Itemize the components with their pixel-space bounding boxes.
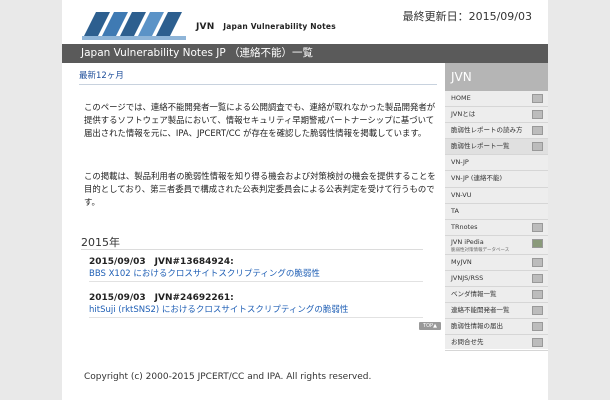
purpose-paragraph: この掲載は、製品利用者の脆弱性情報を知り得る機会および対策検討の機会を提供するこ…: [84, 171, 436, 207]
sidebar-item-label: 脆弱性レポート一覧: [451, 142, 510, 151]
grid-icon: [532, 142, 543, 152]
year-heading: 2015年: [81, 236, 120, 249]
header: JVN Japan Vulnerability Notes 最終更新日：2015…: [62, 0, 548, 44]
sidebar-item-jvn-ipedia[interactable]: JVN iPedia 脆弱性対策情報データベース: [445, 236, 548, 255]
copyright-footer: Copyright (c) 2000-2015 JPCERT/CC and IP…: [84, 372, 372, 382]
divider: [89, 317, 423, 318]
sidebar-item-ta[interactable]: TA: [445, 204, 548, 220]
page-title: Japan Vulnerability Notes JP （連絡不能）一覧: [62, 44, 548, 63]
divider: [81, 249, 423, 250]
sidebar-item-label: HOME: [451, 94, 471, 102]
intro-paragraph: このページでは、連絡不能開発者一覧による公開調査でも、連絡が取れなかった製品開発…: [84, 102, 436, 138]
sidebar-item-label: VN-JP: [451, 158, 469, 167]
grid-icon: [532, 306, 543, 316]
download-icon: [532, 222, 543, 232]
sidebar-item-vn-vu[interactable]: VN-VU: [445, 188, 548, 204]
entry-link[interactable]: hitSuji (rktSNS2) におけるクロスサイトスクリプティングの脆弱性: [89, 303, 348, 315]
divider: [79, 84, 437, 85]
entry-date-id: 2015/09/03 JVN#13684924:: [89, 257, 234, 267]
sidebar-item-label: お問合せ先: [451, 338, 484, 347]
sidebar-item-myjvn[interactable]: MyJVN: [445, 255, 548, 271]
sidebar-item-label: VN-VU: [451, 190, 472, 199]
sidebar-item-label: 連絡不能開発者一覧: [451, 306, 510, 315]
sidebar-item-contact[interactable]: お問合せ先: [445, 335, 548, 352]
sidebar-item-label: JVNJS/RSS: [451, 273, 484, 282]
sidebar-item-label: ベンダ情報一覧: [451, 290, 497, 299]
sidebar-item-about[interactable]: JVNとは: [445, 107, 548, 124]
grid-icon: [532, 273, 543, 283]
sidebar-item-how-to-read[interactable]: 脆弱性レポートの読み方: [445, 123, 548, 140]
sidebar-item-label: JVN iPedia: [451, 237, 484, 246]
back-to-top-button[interactable]: TOP▲: [419, 322, 441, 330]
sidebar-item-label: VN-JP (連絡不能): [451, 174, 502, 183]
grid-icon: [532, 322, 543, 332]
logo-mark: JVN: [196, 22, 215, 32]
sidebar-item-report-list[interactable]: 脆弱性レポート一覧: [445, 139, 548, 156]
entry-date-id: 2015/09/03 JVN#24692261:: [89, 293, 234, 303]
page: JVN Japan Vulnerability Notes 最終更新日：2015…: [62, 0, 548, 400]
sidebar-item-home[interactable]: HOME: [445, 91, 548, 108]
divider: [89, 281, 423, 282]
jvn-logo-icon[interactable]: [82, 6, 192, 40]
sidebar: JVN HOME JVNとは 脆弱性レポートの読み方 脆弱性レポート一覧 VN-…: [445, 63, 548, 352]
sidebar-item-jvnjs-rss[interactable]: JVNJS/RSS: [445, 271, 548, 288]
logo-text: JVN Japan Vulnerability Notes: [196, 22, 336, 32]
grid-icon: [532, 257, 543, 267]
main-content: 最新12ヶ月 このページでは、連絡不能開発者一覧による公開調査でも、連絡が取れな…: [62, 63, 445, 330]
sidebar-item-vn-jp[interactable]: VN-JP: [445, 155, 548, 172]
last-updated: 最終更新日：2015/09/03: [402, 10, 532, 23]
sidebar-item-label: TRnotes: [451, 222, 478, 231]
recent-tab[interactable]: 最新12ヶ月: [79, 69, 124, 81]
logo-subtitle: Japan Vulnerability Notes: [223, 22, 336, 31]
sidebar-item-report-vulnerability[interactable]: 脆弱性情報の届出: [445, 319, 548, 336]
sidebar-item-label: TA: [451, 206, 459, 215]
grid-icon: [532, 290, 543, 300]
grid-icon: [532, 110, 543, 120]
sidebar-heading: JVN: [445, 63, 548, 91]
sidebar-item-label: JVNとは: [451, 110, 476, 119]
sidebar-item-sublabel: 脆弱性対策情報データベース: [451, 247, 510, 253]
sidebar-item-vn-jp-unreachable[interactable]: VN-JP (連絡不能): [445, 171, 548, 188]
grid-icon: [532, 126, 543, 136]
sidebar-item-unreachable-developers[interactable]: 連絡不能開発者一覧: [445, 303, 548, 320]
grid-icon: [532, 338, 543, 348]
sidebar-item-label: MyJVN: [451, 257, 472, 266]
entry-link[interactable]: BBS X102 におけるクロスサイトスクリプティングの脆弱性: [89, 267, 320, 279]
grid-icon: [532, 238, 543, 248]
sidebar-item-vendor-list[interactable]: ベンダ情報一覧: [445, 287, 548, 304]
sidebar-item-trnotes[interactable]: TRnotes: [445, 220, 548, 236]
sidebar-item-label: 脆弱性レポートの読み方: [451, 126, 523, 135]
sidebar-item-label: 脆弱性情報の届出: [451, 322, 503, 331]
grid-icon: [532, 94, 543, 103]
